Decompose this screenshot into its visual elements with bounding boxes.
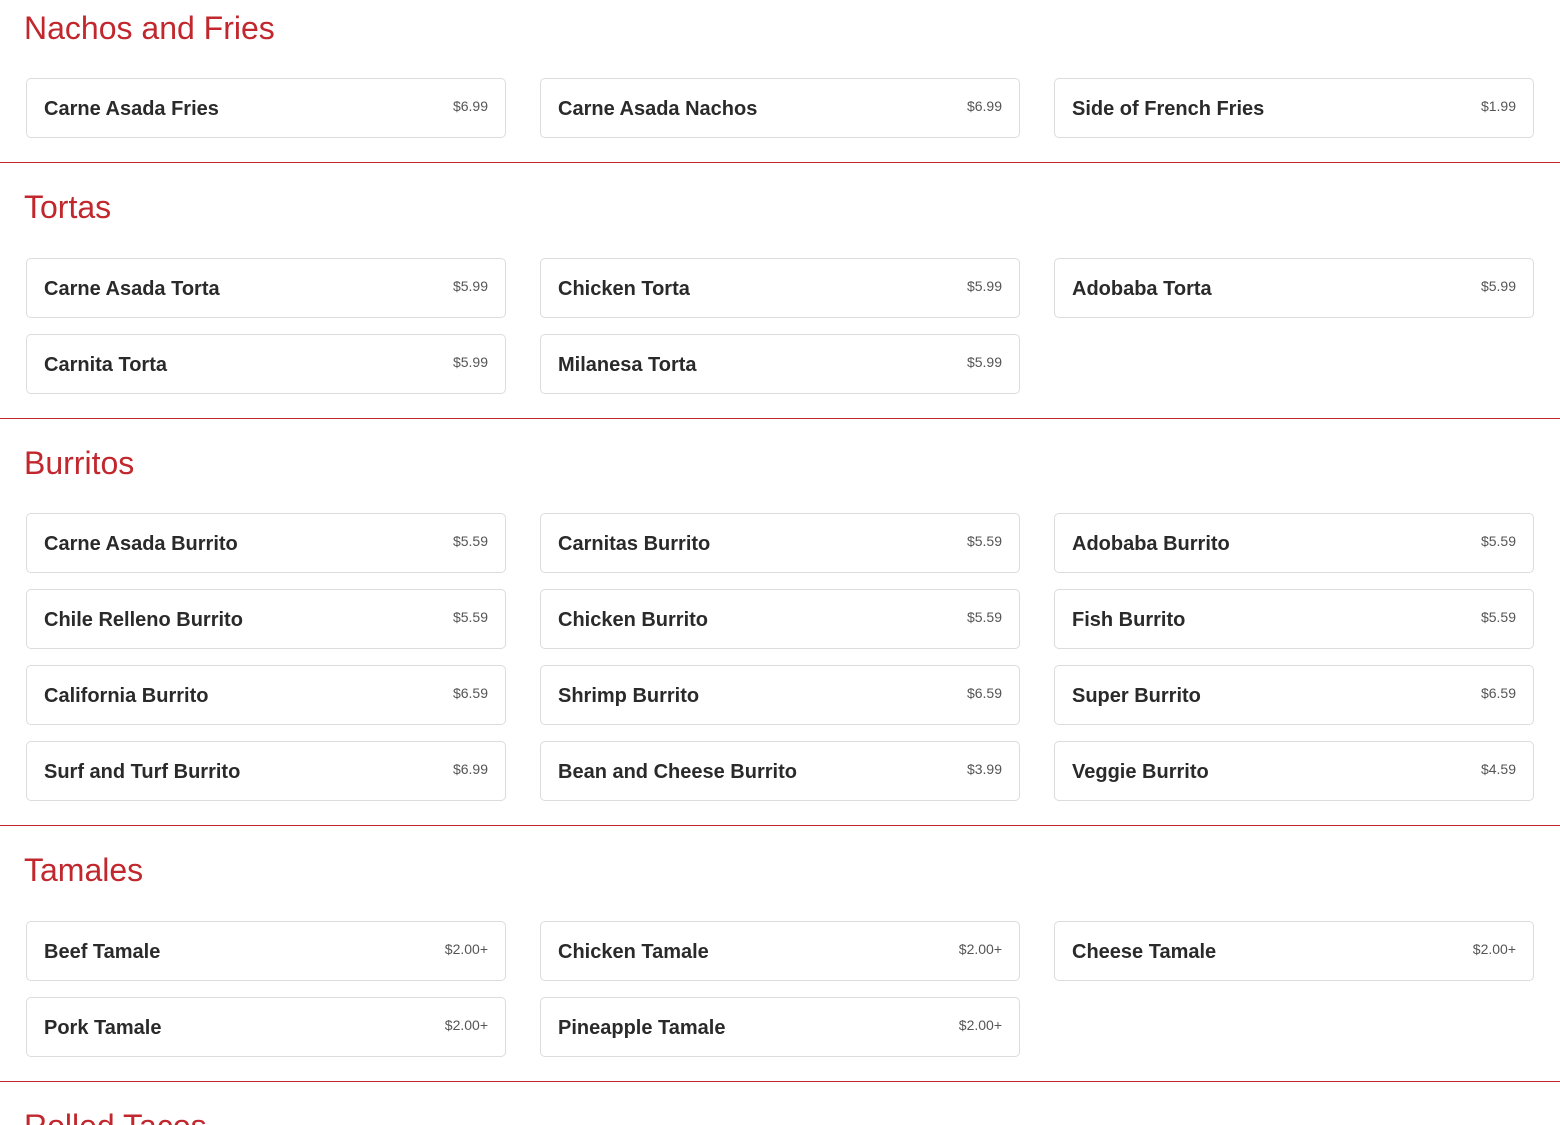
item-price: $5.99 — [452, 278, 488, 294]
item-name: Carne Asada Burrito — [44, 533, 238, 555]
item-price: $6.59 — [1480, 685, 1516, 701]
item-name: Beef Tamale — [44, 941, 161, 963]
item-price: $5.99 — [966, 278, 1002, 294]
item-grid: Beef Tamale $2.00+ Chicken Tamale $2.00+ C… — [26, 921, 1534, 1057]
item-name: Chile Relleno Burrito — [44, 609, 243, 631]
item-price: $5.59 — [1480, 609, 1516, 625]
menu-section-nachos-and-fries: Nachos and Fries Carne Asada Fries $6.99 … — [0, 0, 1560, 163]
item-price: $5.59 — [452, 533, 488, 549]
menu: Nachos and Fries Carne Asada Fries $6.99 … — [0, 0, 1560, 1125]
item-name: Carnitas Burrito — [558, 533, 711, 555]
item-price: $5.59 — [452, 609, 488, 625]
menu-item[interactable]: Shrimp Burrito $6.59 — [540, 665, 1020, 725]
item-name: Fish Burrito — [1072, 609, 1186, 631]
item-grid: Carne Asada Burrito $5.59 Carnitas Burrit… — [26, 513, 1534, 801]
item-price: $3.99 — [966, 761, 1002, 777]
item-name: Chicken Torta — [558, 278, 690, 300]
section-title: Rolled Tacos — [24, 1110, 1534, 1125]
item-price: $6.99 — [452, 761, 488, 777]
item-price: $4.59 — [1480, 761, 1516, 777]
menu-item[interactable]: Carnita Torta $5.99 — [26, 334, 506, 394]
item-price: $2.00+ — [958, 1017, 1002, 1033]
menu-section-rolled-tacos: Rolled Tacos — [0, 1082, 1560, 1125]
item-name: Shrimp Burrito — [558, 685, 700, 707]
menu-item[interactable]: Pineapple Tamale $2.00+ — [540, 997, 1020, 1057]
item-price: $5.99 — [452, 354, 488, 370]
item-price: $5.99 — [1480, 278, 1516, 294]
item-name: Veggie Burrito — [1072, 761, 1209, 783]
item-grid: Carne Asada Fries $6.99 Carne Asada Nacho… — [26, 78, 1534, 138]
menu-item[interactable]: Fish Burrito $5.59 — [1054, 589, 1534, 649]
item-price: $2.00+ — [444, 1017, 488, 1033]
item-price: $2.00+ — [444, 941, 488, 957]
item-price: $1.99 — [1480, 98, 1516, 114]
menu-item[interactable]: California Burrito $6.59 — [26, 665, 506, 725]
item-name: California Burrito — [44, 685, 209, 707]
item-name: Chicken Burrito — [558, 609, 709, 631]
item-price: $6.59 — [966, 685, 1002, 701]
section-title: Tortas — [24, 189, 112, 225]
menu-item[interactable]: Cheese Tamale $2.00+ — [1054, 921, 1534, 981]
item-name: Bean and Cheese Burrito — [558, 761, 797, 783]
section-title: Tamales — [24, 852, 144, 888]
item-name: Chicken Tamale — [558, 941, 709, 963]
menu-item[interactable]: Pork Tamale $2.00+ — [26, 997, 506, 1057]
menu-item[interactable]: Carne Asada Nachos $6.99 — [540, 78, 1020, 138]
item-name: Side of French Fries — [1072, 98, 1265, 120]
item-price: $5.59 — [1480, 533, 1516, 549]
item-name: Adobaba Torta — [1072, 278, 1212, 300]
item-price: $5.59 — [966, 533, 1002, 549]
item-name: Carne Asada Fries — [44, 98, 219, 120]
section-title: Burritos — [24, 445, 135, 481]
menu-section-burritos: Burritos Carne Asada Burrito $5.59 Carnit… — [0, 419, 1560, 826]
menu-item[interactable]: Chicken Tamale $2.00+ — [540, 921, 1020, 981]
menu-item[interactable]: Carne Asada Burrito $5.59 — [26, 513, 506, 573]
section-title: Nachos and Fries — [24, 10, 275, 46]
item-price: $5.99 — [966, 354, 1002, 370]
item-name: Pork Tamale — [44, 1017, 162, 1039]
item-price: $2.00+ — [1472, 941, 1516, 957]
menu-item[interactable]: Super Burrito $6.59 — [1054, 665, 1534, 725]
item-name: Surf and Turf Burrito — [44, 761, 241, 783]
menu-item[interactable]: Side of French Fries $1.99 — [1054, 78, 1534, 138]
item-price: $2.00+ — [958, 941, 1002, 957]
item-name: Super Burrito — [1072, 685, 1201, 707]
menu-item[interactable]: Veggie Burrito $4.59 — [1054, 741, 1534, 801]
menu-item[interactable]: Carne Asada Torta $5.99 — [26, 258, 506, 318]
item-name: Milanesa Torta — [558, 354, 697, 376]
menu-item[interactable]: Beef Tamale $2.00+ — [26, 921, 506, 981]
menu-item[interactable]: Chicken Burrito $5.59 — [540, 589, 1020, 649]
menu-item[interactable]: Milanesa Torta $5.99 — [540, 334, 1020, 394]
menu-item[interactable]: Carne Asada Fries $6.99 — [26, 78, 506, 138]
item-name: Pineapple Tamale — [558, 1017, 726, 1039]
menu-item[interactable]: Bean and Cheese Burrito $3.99 — [540, 741, 1020, 801]
menu-item[interactable]: Adobaba Burrito $5.59 — [1054, 513, 1534, 573]
menu-item[interactable]: Chicken Torta $5.99 — [540, 258, 1020, 318]
item-price: $6.99 — [452, 98, 488, 114]
item-name: Cheese Tamale — [1072, 941, 1217, 963]
item-name: Carne Asada Torta — [44, 278, 220, 300]
item-name: Adobaba Burrito — [1072, 533, 1230, 555]
item-price: $5.59 — [966, 609, 1002, 625]
menu-item[interactable]: Chile Relleno Burrito $5.59 — [26, 589, 506, 649]
item-name: Carnita Torta — [44, 354, 167, 376]
item-price: $6.59 — [452, 685, 488, 701]
item-name: Carne Asada Nachos — [558, 98, 758, 120]
item-price: $6.99 — [966, 98, 1002, 114]
menu-item[interactable]: Adobaba Torta $5.99 — [1054, 258, 1534, 318]
menu-item[interactable]: Carnitas Burrito $5.59 — [540, 513, 1020, 573]
menu-section-tortas: Tortas Carne Asada Torta $5.99 Chicken To… — [0, 163, 1560, 419]
menu-section-tamales: Tamales Beef Tamale $2.00+ Chicken Tamale… — [0, 826, 1560, 1082]
item-grid: Carne Asada Torta $5.99 Chicken Torta $5.9… — [26, 258, 1534, 394]
menu-item[interactable]: Surf and Turf Burrito $6.99 — [26, 741, 506, 801]
